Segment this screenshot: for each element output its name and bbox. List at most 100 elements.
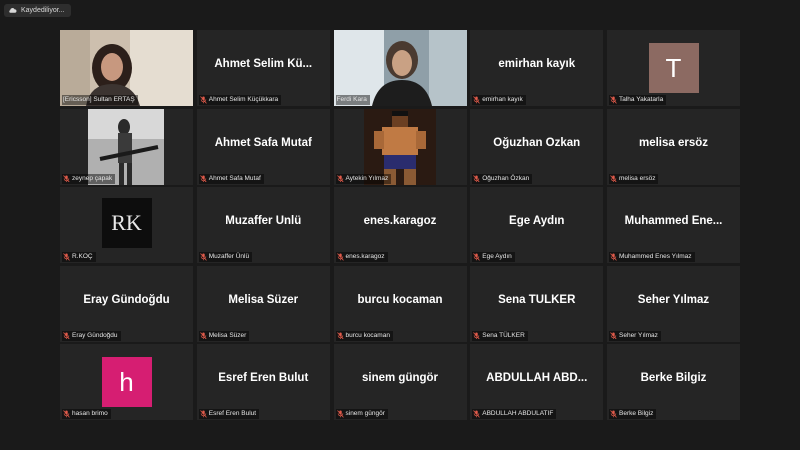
participant-label-text: enes.karagoz <box>345 253 385 260</box>
participant-display-name: Melisa Süzer <box>228 293 299 306</box>
participant-name-label: Berke Bilgiz <box>609 409 657 419</box>
participant-tile[interactable]: Oğuzhan Özkan Oğuzhan Özkan <box>470 108 604 185</box>
participant-name-label: Eray Gündoğdu <box>62 330 121 341</box>
participant-label-text: sinem güngör <box>345 410 385 417</box>
mic-muted-icon <box>199 331 207 340</box>
participant-name-label: sinem güngör <box>335 409 388 419</box>
participant-display-name: burcu kocaman <box>357 293 443 306</box>
participant-tile[interactable]: burcu kocaman burcu kocaman <box>333 265 467 342</box>
participant-tile[interactable]: Seher Yılmaz Seher Yılmaz <box>607 265 740 342</box>
participant-tile[interactable]: RK R.KOÇ <box>60 187 193 263</box>
participant-label-text: Aytekin Yılmaz <box>345 174 389 182</box>
participant-name-label: Oğuzhan Özkan <box>472 173 533 184</box>
participant-tile[interactable]: Melisa Süzer Melisa Süzer <box>196 265 330 342</box>
participant-display-name: ABDULLAH ABD... <box>486 372 588 384</box>
participant-label-text: Seher Yılmaz <box>619 331 658 339</box>
participant-tile[interactable]: sinem güngör sinem güngör <box>333 344 467 420</box>
participant-tile[interactable]: emirhan kayık emirhan kayık <box>470 30 604 106</box>
mic-muted-icon <box>610 331 617 340</box>
participant-display-name: Eray Gündoğdu <box>83 293 170 306</box>
participant-display-name: sinem güngör <box>361 372 439 384</box>
mic-muted-icon <box>473 96 481 104</box>
participant-name-label: Ege Aydın <box>472 252 515 262</box>
avatar-letter: T <box>648 43 699 93</box>
participant-tile[interactable]: Aytekin Yılmaz <box>333 108 467 185</box>
participant-gallery: [Ericsson] Sultan ERTAŞ Ahmet Selim Kü...… <box>60 30 740 420</box>
participant-tile[interactable]: Ahmet Safa Mutaf Ahmet Safa Mutaf <box>196 108 330 185</box>
mic-muted-icon <box>336 410 344 418</box>
participant-label-text: Ferdi Kara <box>336 96 367 103</box>
participant-display-name: Sena TÜLKER <box>498 293 576 306</box>
mic-muted-icon <box>199 253 207 261</box>
mic-muted-icon <box>63 253 70 261</box>
mic-muted-icon <box>336 331 344 340</box>
participant-display-name: Muhammed Ene... <box>624 215 723 227</box>
participant-name-label: Esref Eren Bulut <box>198 409 260 419</box>
participant-label-text: hasan brimo <box>72 410 108 417</box>
participant-tile[interactable]: [Ericsson] Sultan ERTAŞ <box>60 30 193 106</box>
participant-name-label: emirhan kayık <box>472 95 526 105</box>
participant-label-text: [Ericsson] Sultan ERTAŞ <box>63 96 135 103</box>
mic-muted-icon <box>63 174 70 183</box>
participant-display-name: Ahmet Safa Mutaf <box>214 136 312 149</box>
mic-muted-icon <box>199 174 207 183</box>
participant-name-label: Aytekin Yılmaz <box>335 173 392 184</box>
participant-tile[interactable]: Esref Eren Bulut Esref Eren Bulut <box>196 344 330 420</box>
participant-name-label: Muzaffer Ünlü <box>198 252 253 262</box>
mic-muted-icon <box>610 410 617 418</box>
participant-tile[interactable]: ABDULLAH ABD... ABDULLAH ABDULATIF <box>470 344 604 420</box>
participant-label-text: Muhammed Enes Yılmaz <box>619 253 692 260</box>
mic-muted-icon <box>473 410 481 418</box>
participant-tile[interactable]: h hasan brimo <box>60 344 193 420</box>
participant-tile[interactable]: Eray Gündoğdu Eray Gündoğdu <box>60 265 193 342</box>
participant-name-label: [Ericsson] Sultan ERTAŞ <box>62 95 138 105</box>
mic-muted-icon <box>336 253 344 261</box>
participant-name-label: burcu kocaman <box>335 330 393 341</box>
participant-label-text: Muzaffer Ünlü <box>208 253 250 260</box>
mic-muted-icon <box>610 174 617 183</box>
mic-muted-icon <box>199 96 207 104</box>
mic-muted-icon <box>473 174 481 183</box>
participant-name-label: enes.karagoz <box>335 252 388 262</box>
participant-display-name: Ege Aydın <box>509 215 565 227</box>
participant-display-name: Berke Bilgiz <box>640 372 707 384</box>
mic-muted-icon <box>199 410 207 418</box>
participant-label-text: R.KOÇ <box>72 253 93 260</box>
participant-tile[interactable]: Muzaffer Ünlü Muzaffer Ünlü <box>196 187 330 263</box>
recording-indicator[interactable]: Kaydediliyor... <box>4 4 71 17</box>
mic-muted-icon <box>610 253 617 261</box>
participant-tile[interactable]: Sena TÜLKER Sena TÜLKER <box>470 265 604 342</box>
participant-tile[interactable]: enes.karagoz enes.karagoz <box>333 187 467 263</box>
participant-tile[interactable]: Ferdi Kara <box>333 30 467 106</box>
participant-tile[interactable]: Ege Aydın Ege Aydın <box>470 187 604 263</box>
participant-display-name: Seher Yılmaz <box>637 293 710 306</box>
participant-name-label: Muhammed Enes Yılmaz <box>609 252 695 262</box>
participant-label-text: Esref Eren Bulut <box>208 410 257 417</box>
participant-label-text: zeynep çapak <box>72 174 113 182</box>
participant-label-text: ABDULLAH ABDULATIF <box>482 410 554 417</box>
mic-muted-icon <box>63 331 70 340</box>
participant-label-text: Eray Gündoğdu <box>72 331 118 339</box>
participant-tile[interactable]: T Talha Yakatarla <box>607 30 740 106</box>
participant-tile[interactable]: zeynep çapak <box>60 108 193 185</box>
participant-tile[interactable]: melisa ersöz melisa ersöz <box>607 108 740 185</box>
participant-name-label: Talha Yakatarla <box>609 95 667 105</box>
participant-label-text: Ahmet Selim Küçükkara <box>208 96 279 103</box>
participant-tile[interactable]: Muhammed Ene... Muhammed Enes Yılmaz <box>607 187 740 263</box>
mic-muted-icon <box>473 331 481 340</box>
participant-label-text: Oğuzhan Özkan <box>482 174 530 182</box>
participant-tile[interactable]: Berke Bilgiz Berke Bilgiz <box>607 344 740 420</box>
participant-display-name: enes.karagoz <box>363 215 437 227</box>
participant-label-text: Ege Aydın <box>482 253 512 260</box>
participant-label-text: Melisa Süzer <box>208 331 247 339</box>
participant-label-text: emirhan kayık <box>482 96 523 103</box>
participant-label-text: burcu kocaman <box>345 331 390 339</box>
participant-tile[interactable]: Ahmet Selim Kü... Ahmet Selim Küçükkara <box>196 30 330 106</box>
participant-name-label: melisa ersöz <box>609 173 659 184</box>
participant-display-name: melisa ersöz <box>638 136 709 149</box>
mic-muted-icon <box>63 410 70 418</box>
participant-display-name: Muzaffer Ünlü <box>225 215 302 227</box>
avatar-letter: h <box>101 357 152 407</box>
participant-label-text: Sena TÜLKER <box>482 331 525 339</box>
participant-label-text: Ahmet Safa Mutaf <box>208 174 261 182</box>
